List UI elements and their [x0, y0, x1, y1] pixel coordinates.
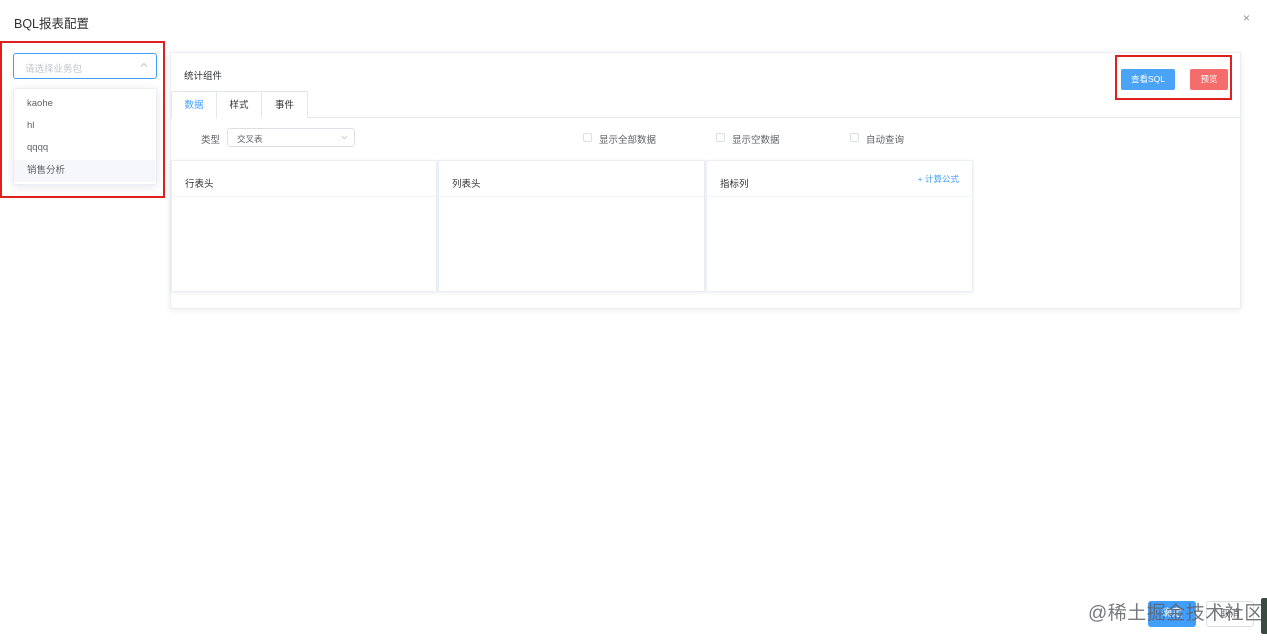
- card-title: 列表头: [452, 179, 481, 190]
- card-title: 行表头: [185, 179, 214, 190]
- dropdown-option[interactable]: hl: [14, 115, 156, 137]
- select-placeholder: 请选择业务包: [25, 64, 83, 75]
- metric-column-card: 指标列 + 计算公式: [706, 160, 973, 292]
- card-header: 行表头: [172, 161, 436, 197]
- checkbox-box[interactable]: [716, 133, 725, 142]
- column-header-card: 列表头: [438, 160, 705, 292]
- business-package-dropdown: kaohe hl qqqq 销售分析: [13, 88, 157, 185]
- checkbox-box[interactable]: [850, 133, 859, 142]
- type-select[interactable]: 交叉表: [227, 128, 355, 147]
- chevron-up-icon: [140, 62, 148, 67]
- checkbox-label: 自动查询: [866, 135, 905, 146]
- business-package-select[interactable]: 请选择业务包: [13, 53, 157, 79]
- panel-tabs: 数据 样式 事件: [171, 91, 1240, 119]
- close-icon[interactable]: ×: [1243, 12, 1250, 24]
- row-header-card: 行表头: [171, 160, 437, 292]
- dropdown-option[interactable]: 销售分析: [14, 160, 156, 182]
- bql-report-config-dialog: BQL报表配置 × 请选择业务包 kaohe hl qqqq 销售分析 统计组件…: [0, 0, 1267, 640]
- side-scroll-handle[interactable]: [1261, 598, 1267, 634]
- type-value: 交叉表: [237, 134, 263, 144]
- dialog-title: BQL报表配置: [14, 17, 90, 31]
- dropdown-option[interactable]: qqqq: [14, 137, 156, 159]
- statistics-component-panel: 统计组件 查看SQL 预览 数据 样式 事件 类型 交叉表 显示全部数据 显示空…: [170, 52, 1241, 309]
- panel-title: 统计组件: [184, 71, 223, 82]
- dropdown-option[interactable]: kaohe: [14, 93, 156, 115]
- checkbox-label: 显示全部数据: [599, 135, 657, 146]
- checkbox-label: 显示空数据: [732, 135, 780, 146]
- type-label: 类型: [201, 135, 221, 146]
- checkbox-box[interactable]: [583, 133, 592, 142]
- preview-button[interactable]: 预览: [1190, 69, 1228, 90]
- add-formula-link[interactable]: + 计算公式: [918, 173, 959, 185]
- card-title: 指标列: [720, 179, 749, 190]
- tab-events[interactable]: 事件: [261, 91, 308, 118]
- view-sql-button[interactable]: 查看SQL: [1121, 69, 1175, 90]
- card-header: 指标列 + 计算公式: [707, 161, 972, 197]
- chevron-down-icon: [341, 135, 348, 140]
- tab-style[interactable]: 样式: [216, 91, 262, 118]
- card-header: 列表头: [439, 161, 704, 197]
- tab-data[interactable]: 数据: [171, 91, 217, 119]
- watermark: @稀土掘金技术社区: [1088, 603, 1264, 624]
